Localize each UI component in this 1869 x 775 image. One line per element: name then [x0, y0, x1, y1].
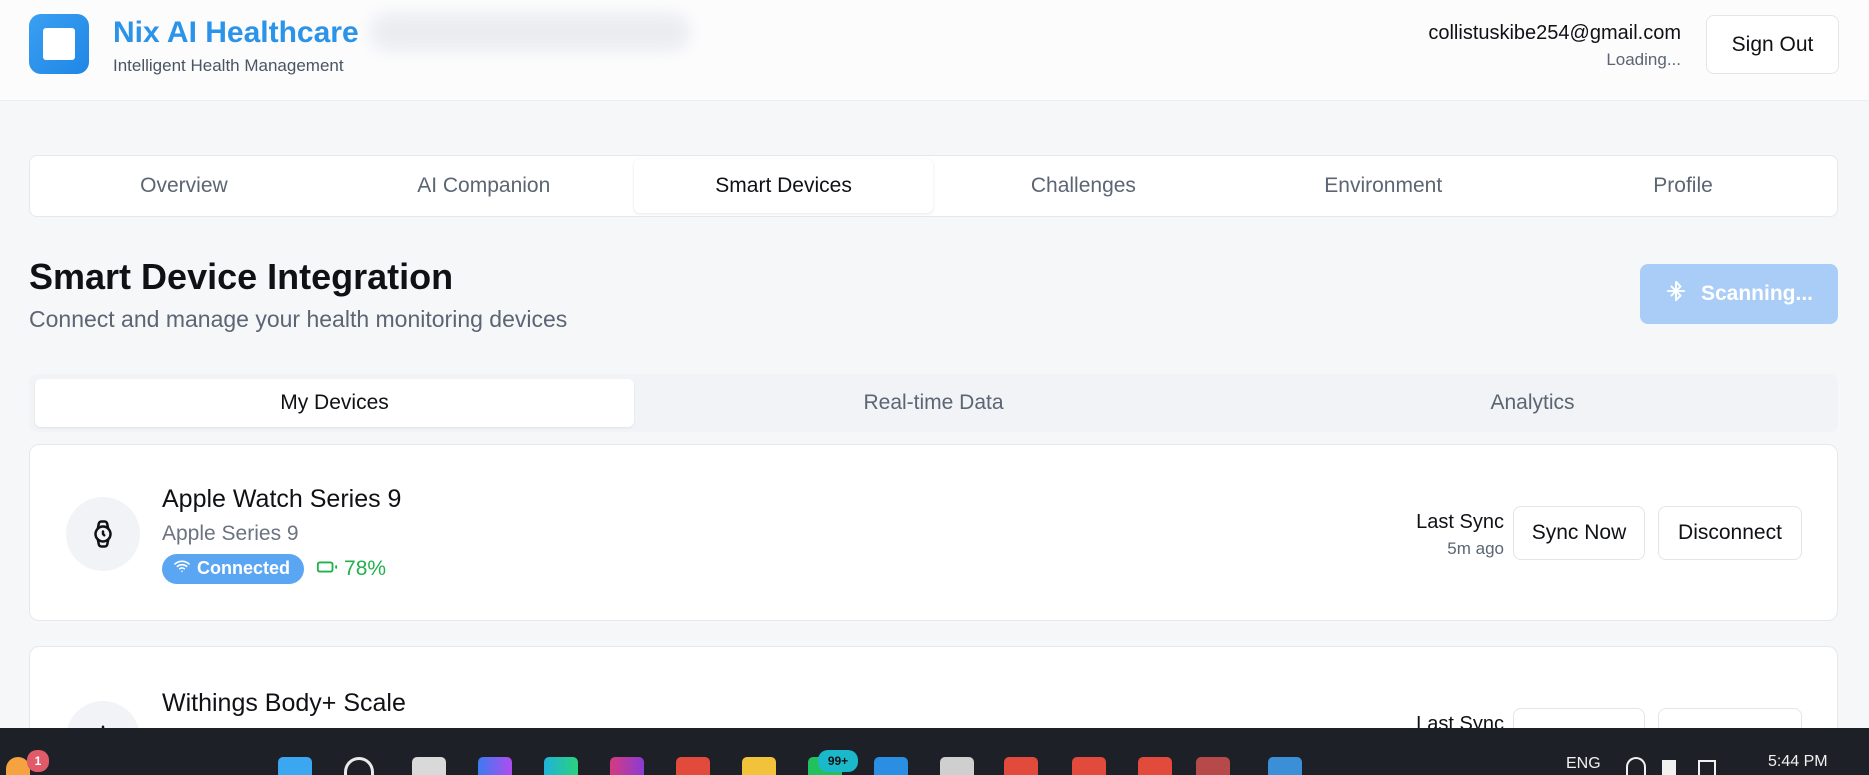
- tab-overview[interactable]: Overview: [34, 159, 334, 213]
- device-status-row: Connected 78%: [162, 554, 386, 584]
- main-tab-bar: Overview AI Companion Smart Devices Chal…: [29, 155, 1838, 217]
- device-sub-tab-bar: My Devices Real-time Data Analytics: [29, 374, 1838, 432]
- wifi-icon[interactable]: [1626, 757, 1646, 775]
- battery-icon[interactable]: [1698, 760, 1716, 775]
- sync-now-button[interactable]: Sync Now: [1513, 506, 1645, 560]
- device-name: Withings Body+ Scale: [162, 689, 406, 717]
- chat-count-badge: 99+: [818, 750, 858, 772]
- page-subtitle: Connect and manage your health monitorin…: [29, 306, 568, 332]
- status-badge: Connected: [162, 554, 305, 584]
- app-logo-icon: [29, 14, 89, 74]
- tab-profile[interactable]: Profile: [1533, 159, 1833, 213]
- scan-button-label: Scanning...: [1700, 282, 1813, 305]
- page-title: Smart Device Integration: [29, 256, 454, 297]
- notification-count-badge: 1: [27, 750, 49, 772]
- app-window-icon[interactable]: [1196, 757, 1230, 775]
- user-status: Loading...: [1606, 50, 1681, 69]
- tab-smart-devices[interactable]: Smart Devices: [633, 159, 934, 213]
- instagram-icon[interactable]: [610, 757, 644, 775]
- task-view-icon[interactable]: [412, 757, 446, 775]
- status-badge-label: Connected: [197, 558, 291, 578]
- blurred-region: [370, 14, 690, 50]
- app-window-icon[interactable]: [1268, 757, 1302, 775]
- app-header: Nix AI Healthcare Intelligent Health Man…: [0, 0, 1869, 101]
- scan-button[interactable]: Scanning...: [1640, 264, 1838, 324]
- file-explorer-icon[interactable]: [742, 757, 776, 775]
- volume-icon[interactable]: [1662, 760, 1676, 775]
- chrome-icon[interactable]: [676, 757, 710, 775]
- tab-challenges[interactable]: Challenges: [933, 159, 1233, 213]
- last-sync-time: 5m ago: [1447, 539, 1504, 558]
- wifi-icon: [174, 558, 190, 579]
- edge-icon[interactable]: [544, 757, 578, 775]
- tab-real-time-data[interactable]: Real-time Data: [634, 379, 1233, 427]
- tab-analytics[interactable]: Analytics: [1233, 379, 1832, 427]
- clock-time[interactable]: 5:44 PM: [1768, 753, 1828, 771]
- tab-environment[interactable]: Environment: [1233, 159, 1533, 213]
- watch-icon: [66, 497, 140, 571]
- brand-title: Nix AI Healthcare: [113, 16, 359, 49]
- battery-level: 78%: [344, 557, 387, 580]
- sign-out-button[interactable]: Sign Out: [1706, 15, 1839, 74]
- device-name: Apple Watch Series 9: [162, 485, 402, 513]
- windows-start-icon[interactable]: [278, 757, 312, 775]
- tab-ai-companion[interactable]: AI Companion: [334, 159, 634, 213]
- vscode-icon[interactable]: [874, 757, 908, 775]
- user-email: collistuskibe254@gmail.com: [1428, 22, 1681, 44]
- chrome-profile-icon[interactable]: [1138, 757, 1172, 775]
- tab-my-devices[interactable]: My Devices: [35, 379, 634, 427]
- bluetooth-off-icon: [1665, 280, 1687, 308]
- device-model: Apple Series 9: [162, 522, 299, 545]
- chrome-profile-icon[interactable]: [1004, 757, 1038, 775]
- battery-icon: [316, 557, 338, 581]
- copilot-icon[interactable]: [478, 757, 512, 775]
- disconnect-button[interactable]: Disconnect: [1658, 506, 1802, 560]
- game-icon[interactable]: [940, 757, 974, 775]
- device-card: Apple Watch Series 9 Apple Series 9 Conn…: [29, 444, 1838, 621]
- brand-subtitle: Intelligent Health Management: [113, 56, 344, 75]
- last-sync-label: Last Sync: [1416, 511, 1504, 533]
- language-indicator[interactable]: ENG: [1566, 755, 1601, 773]
- battery-indicator: 78%: [316, 557, 386, 581]
- chrome-profile-icon[interactable]: [1072, 757, 1106, 775]
